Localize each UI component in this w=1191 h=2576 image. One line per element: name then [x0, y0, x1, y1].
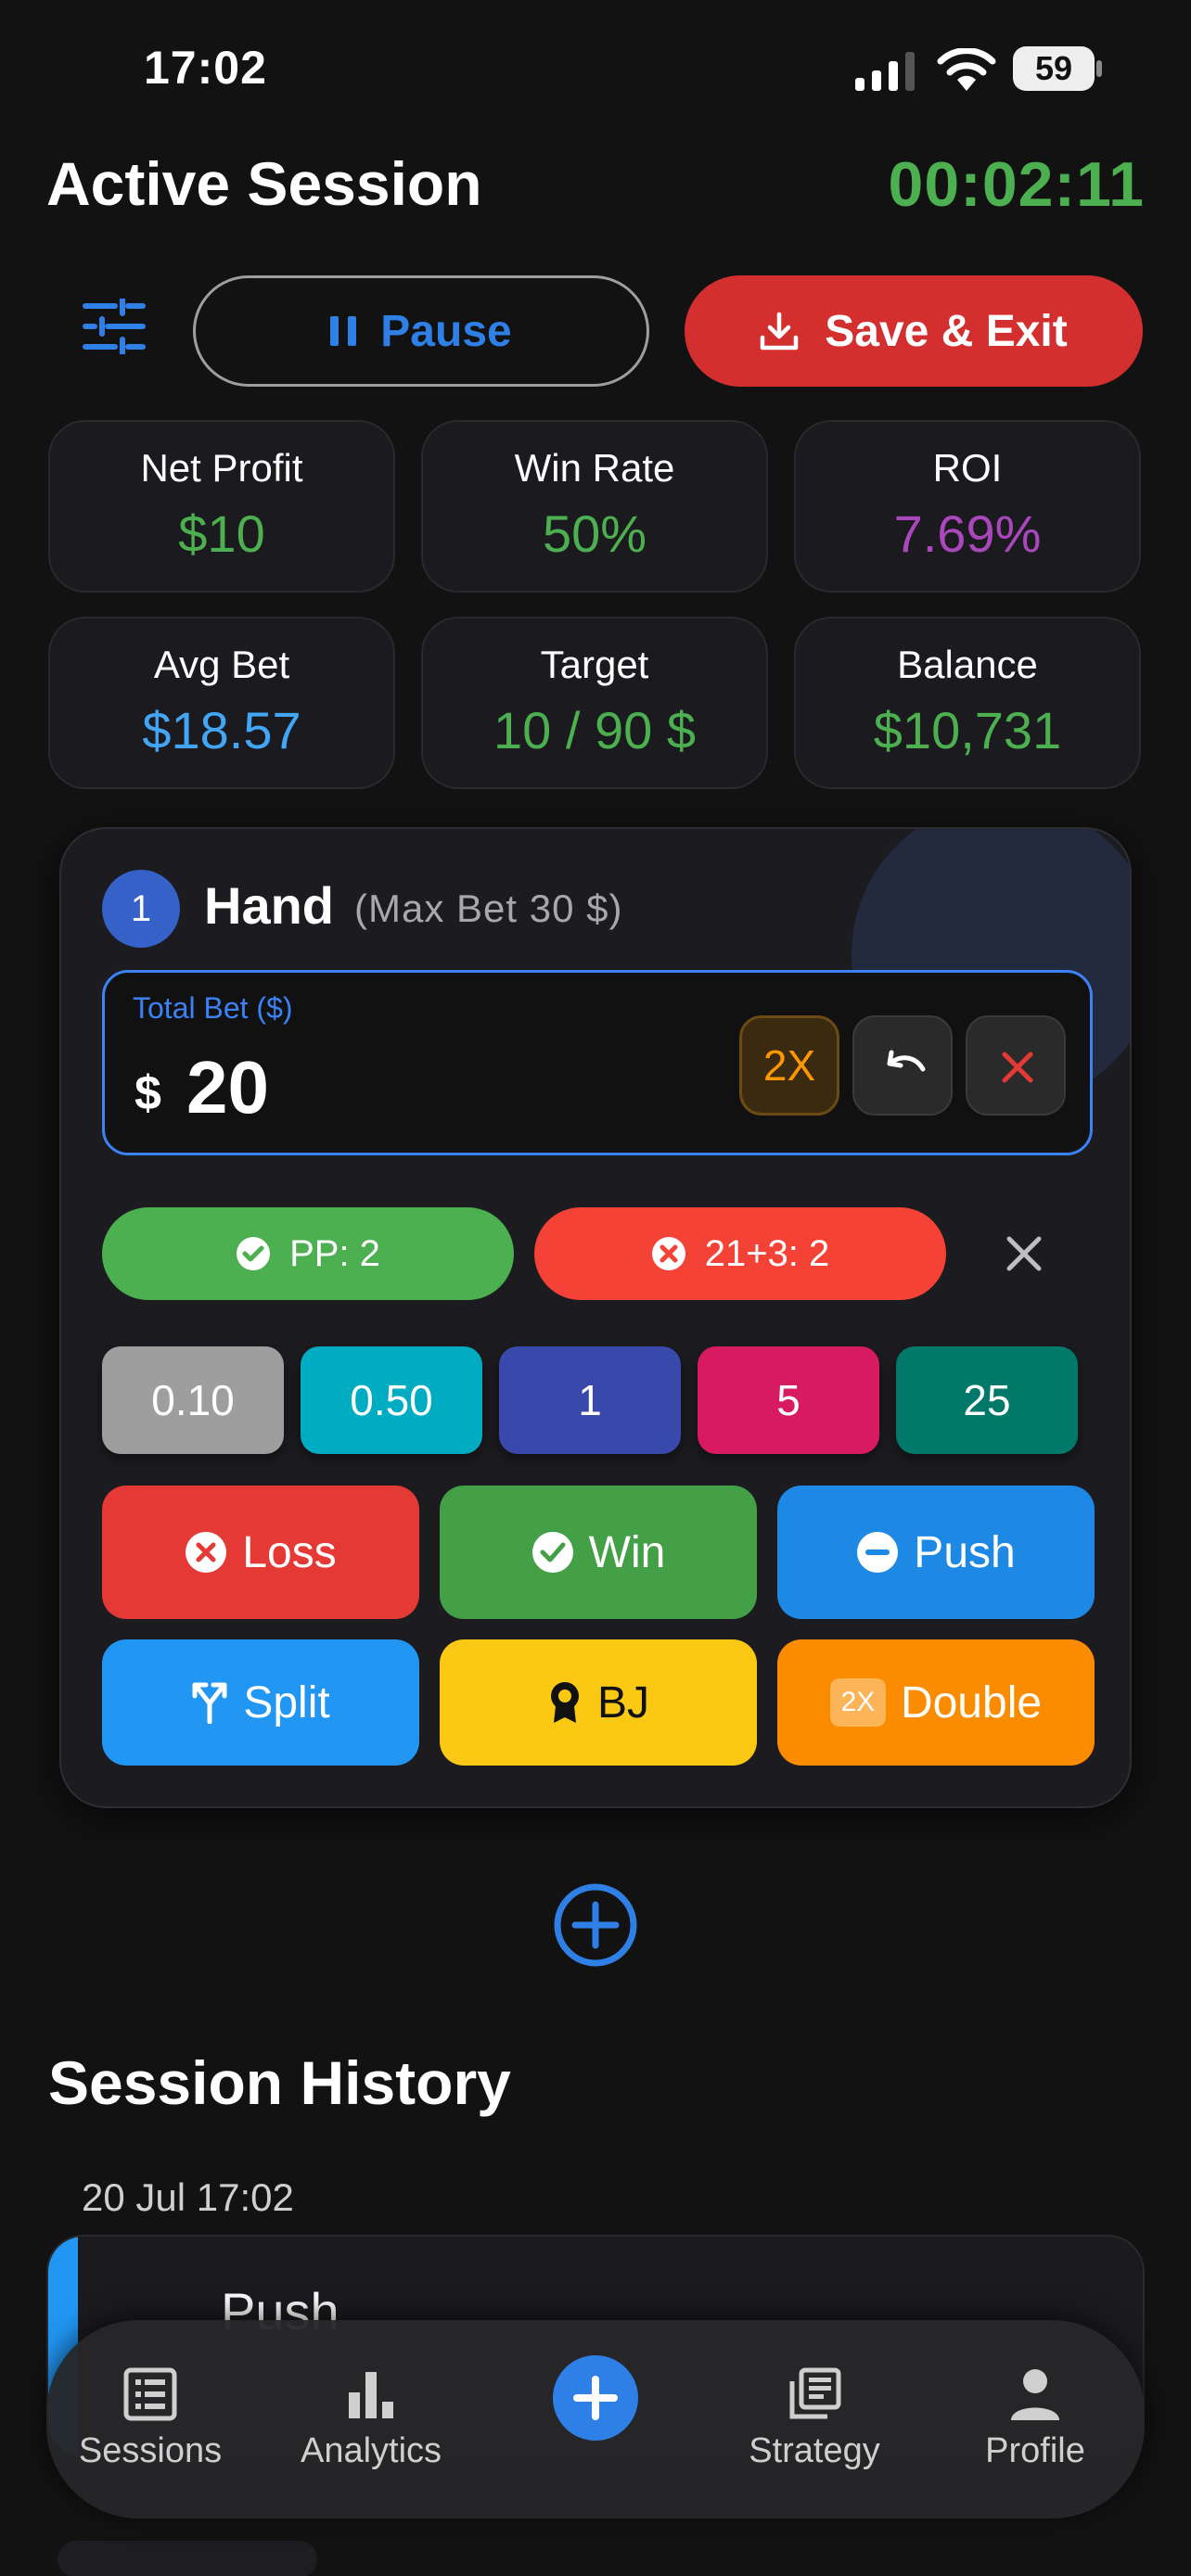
stat-avg-bet: Avg Bet $18.57: [48, 617, 395, 789]
clear-bet-button[interactable]: [966, 1015, 1066, 1116]
add-hand-icon[interactable]: [553, 1882, 638, 1968]
session-timer: 00:02:11: [888, 149, 1145, 220]
blackjack-button[interactable]: BJ: [440, 1639, 757, 1766]
close-icon: [1002, 1052, 1033, 1083]
book-stack-icon: [789, 2367, 841, 2419]
download-icon: [761, 312, 799, 351]
stat-label: Avg Bet: [153, 643, 290, 686]
split-button[interactable]: Split: [102, 1639, 419, 1766]
pause-label: Pause: [380, 306, 512, 356]
stat-target: Target 10 / 90 $: [421, 617, 768, 789]
x-circle-icon: [651, 1237, 685, 1270]
stat-value: $10,731: [873, 701, 1062, 759]
bj-label: BJ: [596, 1677, 649, 1728]
tab-sessions-label: Sessions: [78, 2431, 223, 2470]
cellular-signal-icon: [855, 52, 915, 91]
stat-win-rate: Win Rate 50%: [421, 420, 768, 593]
stat-label: Net Profit: [140, 446, 303, 490]
plus-icon: [573, 2376, 618, 2420]
tab-sessions[interactable]: Sessions: [48, 2366, 252, 2471]
save-exit-label: Save & Exit: [825, 306, 1068, 356]
total-bet-field[interactable]: Total Bet ($) $ 20 2X: [102, 970, 1093, 1155]
stat-value: 7.69%: [893, 504, 1042, 563]
battery-icon: 59: [1013, 46, 1102, 91]
hand-card: 1 Hand (Max Bet 30 $) Total Bet ($) $ 20…: [59, 827, 1132, 1808]
stat-label: ROI: [932, 446, 1003, 490]
push-label: Push: [914, 1527, 1016, 1577]
double-badge: 2X: [829, 1678, 886, 1727]
pause-icon: [330, 316, 357, 346]
side-bet-pp-label: PP: 2: [289, 1232, 380, 1274]
side-bet-pp[interactable]: PP: 2: [102, 1207, 514, 1300]
tab-analytics[interactable]: Analytics: [269, 2366, 473, 2471]
save-exit-button[interactable]: Save & Exit: [685, 275, 1143, 387]
check-circle-icon: [237, 1237, 271, 1270]
double-bet-button[interactable]: 2X: [739, 1015, 839, 1116]
win-label: Win: [588, 1527, 666, 1577]
undo-button[interactable]: [852, 1015, 953, 1116]
pause-button[interactable]: Pause: [193, 275, 649, 387]
loss-label: Loss: [242, 1527, 337, 1577]
loss-button[interactable]: Loss: [102, 1486, 419, 1619]
close-side-bets-icon[interactable]: [998, 1228, 1050, 1280]
list-icon: [123, 2367, 177, 2421]
stat-value: $10: [178, 504, 265, 563]
history-date: 20 Jul 17:02: [82, 2175, 294, 2219]
sliders-icon[interactable]: [82, 299, 147, 354]
undo-icon: [887, 1050, 926, 1072]
double-label: Double: [900, 1677, 1043, 1728]
side-bet-21-3[interactable]: 21+3: 2: [534, 1207, 946, 1300]
split-label: Split: [243, 1677, 330, 1728]
tab-profile[interactable]: Profile: [933, 2366, 1137, 2471]
minus-circle-icon: [857, 1532, 899, 1573]
tab-add-button[interactable]: [553, 2355, 638, 2441]
stat-label: Win Rate: [514, 446, 675, 490]
chip-0-10[interactable]: 0.10: [102, 1346, 284, 1454]
chip-25[interactable]: 25: [896, 1346, 1078, 1454]
split-icon: [192, 1682, 227, 1724]
wifi-icon: [937, 48, 996, 91]
hand-max-bet: (Max Bet 30 $): [354, 886, 623, 930]
chip-0-50[interactable]: 0.50: [301, 1346, 482, 1454]
stat-value: 10 / 90 $: [493, 701, 696, 759]
history-placeholder: [58, 2541, 317, 2576]
bar-chart-icon: [349, 2372, 393, 2418]
person-icon: [1011, 2369, 1059, 2420]
side-bet-21-3-label: 21+3: 2: [704, 1232, 830, 1274]
history-title: Session History: [48, 2048, 511, 2117]
tab-strategy-label: Strategy: [749, 2431, 880, 2470]
chip-1[interactable]: 1: [499, 1346, 681, 1454]
bet-amount[interactable]: 20: [186, 1045, 269, 1130]
win-button[interactable]: Win: [440, 1486, 757, 1619]
push-button[interactable]: Push: [777, 1486, 1095, 1619]
stat-balance: Balance $10,731: [794, 617, 1141, 789]
stat-label: Balance: [897, 643, 1038, 686]
total-bet-label: Total Bet ($): [133, 991, 293, 1025]
stat-value: $18.57: [142, 701, 301, 759]
tab-analytics-label: Analytics: [300, 2431, 442, 2470]
hand-number-badge: 1: [102, 870, 180, 948]
tab-strategy[interactable]: Strategy: [712, 2366, 916, 2471]
status-time: 17:02: [144, 42, 267, 94]
hand-title: Hand: [204, 876, 334, 935]
award-icon: [550, 1682, 579, 1723]
stat-net-profit: Net Profit $10: [48, 420, 395, 593]
battery-level: 59: [1013, 46, 1095, 91]
stat-label: Target: [540, 643, 649, 686]
check-circle-icon: [531, 1532, 573, 1573]
tab-bar: Sessions Analytics Strategy Profile: [46, 2320, 1145, 2519]
chip-5[interactable]: 5: [698, 1346, 879, 1454]
status-bar: 17:02 59: [0, 0, 1191, 139]
stat-roi: ROI 7.69%: [794, 420, 1141, 593]
page-title: Active Session: [46, 149, 482, 218]
tab-profile-label: Profile: [985, 2431, 1085, 2470]
x-circle-icon: [186, 1532, 227, 1573]
double-button[interactable]: 2X Double: [777, 1639, 1095, 1766]
bet-currency: $: [134, 1066, 161, 1120]
stat-value: 50%: [542, 504, 647, 563]
